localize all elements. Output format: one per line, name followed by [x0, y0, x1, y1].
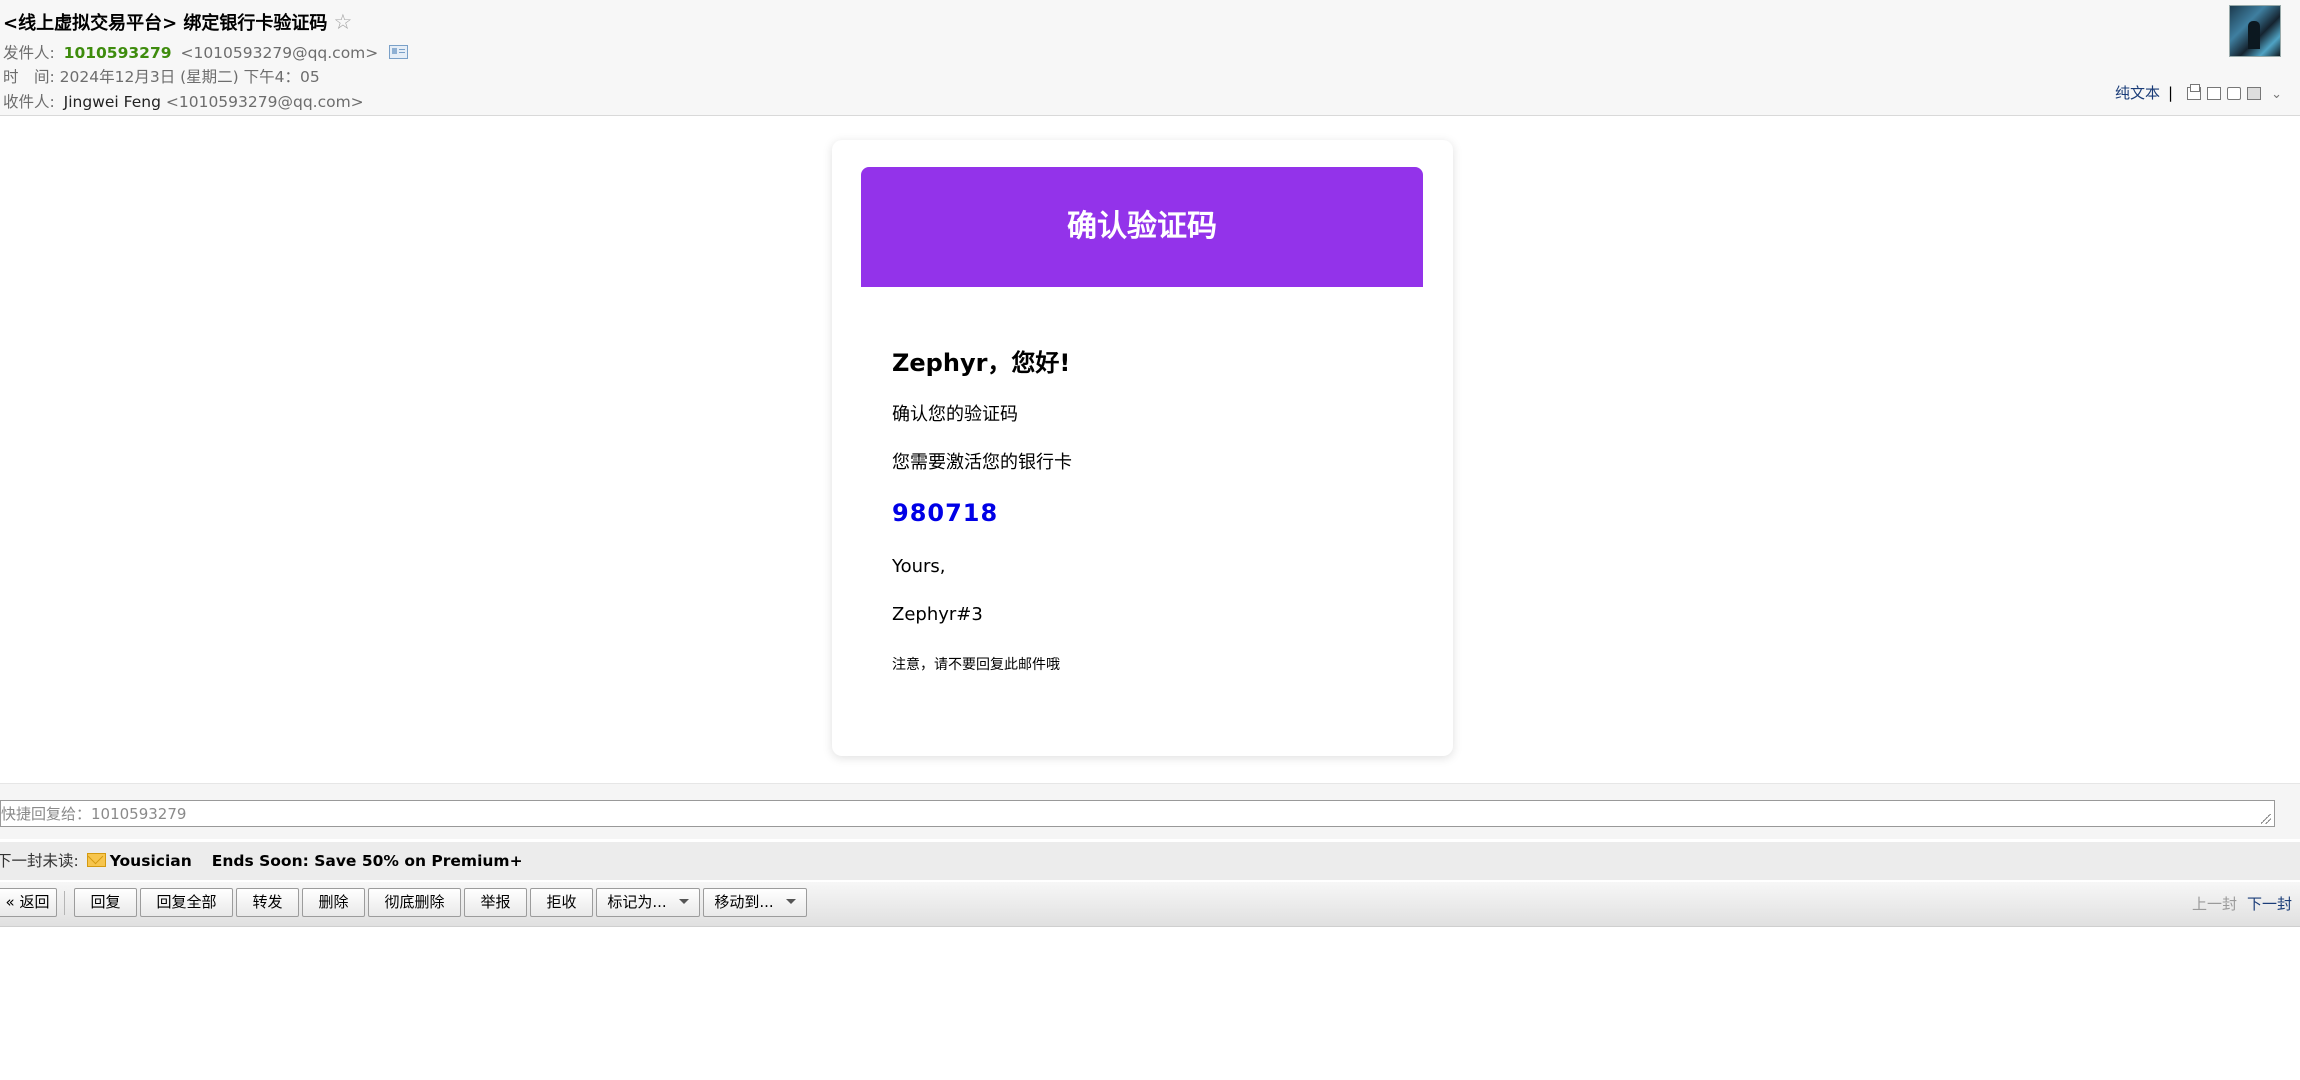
tool-separator: |	[2168, 84, 2174, 102]
forward-button[interactable]: 转发	[236, 888, 299, 917]
time-value: 2024年12月3日 (星期二) 下午4：05	[59, 68, 320, 86]
toolbar-divider	[64, 891, 65, 915]
caret-down-icon	[785, 899, 796, 904]
sender-label: 发件人:	[3, 44, 55, 62]
next-unread-label: 下一封未读:	[0, 852, 79, 870]
contact-card-icon[interactable]	[389, 44, 409, 59]
back-button[interactable]: « 返回	[0, 888, 57, 917]
next-unread-bar: 下一封未读: Yousician Ends Soon: Save 50% on Pr…	[0, 842, 2300, 880]
mark-as-dropdown[interactable]: 标记为...	[596, 888, 700, 917]
signature: Zephyr#3	[892, 604, 983, 625]
move-to-dropdown[interactable]: 移动到...	[703, 888, 807, 917]
resize-handle-icon[interactable]	[2261, 814, 2271, 824]
quick-reply-placeholder: 快捷回复给：1010593279	[1, 805, 187, 823]
prev-mail-link[interactable]: 上一封	[2192, 895, 2237, 913]
verification-code: 980718	[892, 499, 999, 527]
new-window-icon[interactable]	[2187, 84, 2202, 100]
confirm-line: 确认您的验证码	[892, 404, 1018, 425]
time-label: 时 间:	[3, 68, 55, 86]
reply-all-button[interactable]: 回复全部	[140, 888, 233, 917]
star-icon[interactable]: ☆	[333, 10, 352, 34]
sender-email: <1010593279@qq.com>	[180, 44, 379, 62]
chevron-down-icon[interactable]: ⌄	[2271, 87, 2282, 102]
reply-button[interactable]: 回复	[74, 888, 137, 917]
avatar[interactable]	[2229, 5, 2281, 57]
sender-name[interactable]: 1010593279	[64, 44, 172, 62]
mail-subject: <线上虚拟交易平台> 绑定银行卡验证码	[3, 13, 328, 34]
mail-header: <线上虚拟交易平台> 绑定银行卡验证码 ☆ 发件人: 1010593279 <10…	[0, 0, 2300, 116]
recipient-label: 收件人:	[3, 93, 55, 111]
email-card: 确认验证码 Zephyr，您好! 确认您的验证码 您需要激活您的银行卡 9807…	[832, 140, 1453, 756]
next-unread-subject[interactable]: Ends Soon: Save 50% on Premium+	[212, 852, 523, 870]
view-source-icon[interactable]	[2207, 87, 2222, 100]
recipient-row: 收件人: Jingwei Feng <1010593279@qq.com>	[3, 90, 364, 112]
no-reply-note: 注意，请不要回复此邮件哦	[892, 657, 1060, 673]
report-button[interactable]: 举报	[464, 888, 527, 917]
greeting: Zephyr，您好!	[892, 349, 1071, 377]
next-unread-sender[interactable]: Yousician	[110, 852, 192, 870]
mark-as-label: 标记为...	[607, 893, 667, 911]
print-icon[interactable]	[2247, 87, 2262, 100]
caret-down-icon	[678, 899, 689, 904]
recipient-email: <1010593279@qq.com>	[165, 93, 364, 111]
action-toolbar: « 返回 回复 回复全部 转发 删除 彻底删除 举报 拒收 标记为... 移动到…	[0, 882, 2300, 927]
activate-line: 您需要激活您的银行卡	[892, 452, 1072, 473]
header-tools: 纯文本 | ⌄	[2115, 82, 2282, 103]
next-mail-link[interactable]: 下一封	[2247, 895, 2292, 913]
sender-row: 发件人: 1010593279 <1010593279@qq.com>	[3, 41, 409, 63]
banner-title: 确认验证码	[861, 167, 1423, 287]
move-to-label: 移动到...	[714, 893, 774, 911]
subject-row: <线上虚拟交易平台> 绑定银行卡验证码 ☆	[3, 9, 352, 35]
envelope-icon	[86, 852, 106, 867]
delete-button[interactable]: 删除	[302, 888, 365, 917]
closing-line: Yours,	[892, 556, 946, 577]
mail-nav-links: 上一封 下一封	[2192, 882, 2292, 926]
archive-icon[interactable]	[2227, 87, 2242, 100]
recipient-name[interactable]: Jingwei Feng	[64, 93, 161, 111]
plain-text-link[interactable]: 纯文本	[2115, 84, 2160, 102]
reject-button[interactable]: 拒收	[530, 888, 593, 917]
delete-permanent-button[interactable]: 彻底删除	[368, 888, 461, 917]
time-row: 时 间: 2024年12月3日 (星期二) 下午4：05	[3, 65, 320, 87]
quick-reply-area: 快捷回复给：1010593279	[0, 783, 2300, 839]
quick-reply-input[interactable]: 快捷回复给：1010593279	[0, 800, 2275, 827]
